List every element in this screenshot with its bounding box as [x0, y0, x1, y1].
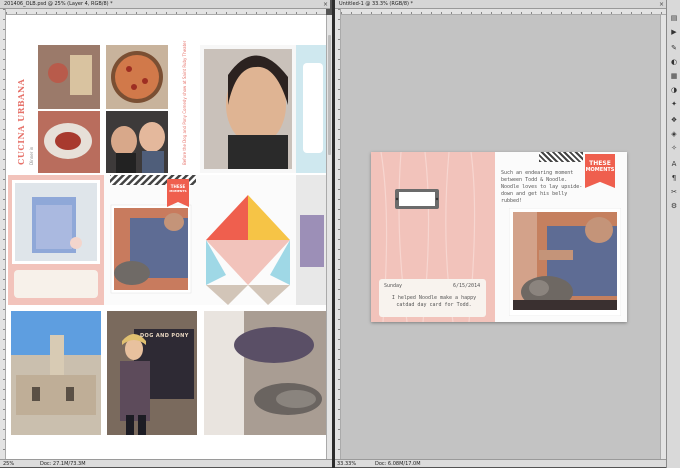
- tag-line2: MOMENTS: [585, 167, 615, 173]
- panel-dock: ▤ ▶ ✎ ◐ ▦ ◑ ✦ ❖ ◈ ✧ A ¶ ✂ ⚙: [666, 0, 680, 468]
- left-zoom-level[interactable]: 25%: [3, 460, 14, 468]
- properties-icon[interactable]: ⚙: [669, 202, 679, 211]
- right-document-tab[interactable]: Untitled-1 @ 33.3% (RGB/8) * ×: [335, 0, 666, 9]
- left-doc-info: Doc: 27.1M/73.3M: [40, 461, 86, 467]
- cucina-urbana-title: CUCINA URBANA: [16, 78, 26, 165]
- right-journal-text: Such an endearing moment between Todd & …: [501, 170, 583, 204]
- photo-card: THESE MOMENTS Such an endearing moment b…: [495, 152, 627, 322]
- paths-icon[interactable]: ✧: [669, 144, 679, 153]
- character-icon[interactable]: A: [669, 160, 679, 169]
- photoshop-workspace: 201406_OLB.psd @ 25% (Layer 4, RGB/8) * …: [0, 0, 680, 468]
- layers-icon[interactable]: ❖: [669, 116, 679, 125]
- right-document-title: Untitled-1 @ 33.3% (RGB/8) *: [339, 1, 414, 7]
- brush-icon[interactable]: ✎: [669, 44, 679, 53]
- close-icon[interactable]: ×: [323, 0, 328, 8]
- tools-icon[interactable]: ✂: [669, 188, 679, 197]
- vertical-caption: Before the Dog and Pony Comedy show at S…: [182, 40, 187, 165]
- layout-artwork: [6, 15, 326, 459]
- card-spread[interactable]: Sunday 6/15/2014 I helped Noodle make a …: [371, 152, 627, 322]
- cat-photo: [509, 208, 621, 316]
- left-document-tab[interactable]: 201406_OLB.psd @ 25% (Layer 4, RGB/8) * …: [0, 0, 330, 9]
- journal-text: I helped Noodle make a happy catdad day …: [391, 295, 477, 308]
- vertical-title-block: CUCINA URBANA Dinner in: [14, 49, 38, 169]
- right-status-bar: 33.33% Doc: 6.08M/17.0M: [335, 459, 666, 467]
- history-icon[interactable]: ▤: [669, 14, 679, 23]
- dinner-label: Dinner in: [29, 146, 34, 165]
- styles-icon[interactable]: ✦: [669, 100, 679, 109]
- adjust-icon[interactable]: ◑: [669, 86, 679, 95]
- tag-line1: THESE: [589, 160, 611, 167]
- left-canvas[interactable]: CUCINA URBANA Dinner in Before the Dog a…: [6, 15, 326, 459]
- swatches-icon[interactable]: ▦: [669, 72, 679, 81]
- these-moments-tag: THESE MOMENTS: [585, 154, 615, 188]
- right-doc-info: Doc: 6.08M/17.0M: [375, 461, 421, 467]
- right-zoom-level[interactable]: 33.33%: [337, 460, 356, 468]
- journal-date: 6/15/2014: [453, 283, 481, 289]
- channels-icon[interactable]: ◈: [669, 130, 679, 139]
- scroll-thumb[interactable]: [328, 35, 331, 155]
- tag-line2: MOMENTS: [169, 189, 187, 193]
- paragraph-icon[interactable]: ¶: [669, 174, 679, 183]
- color-icon[interactable]: ◐: [669, 58, 679, 67]
- close-icon[interactable]: ×: [659, 0, 664, 8]
- right-canvas[interactable]: Sunday 6/15/2014 I helped Noodle make a …: [341, 15, 661, 459]
- left-status-bar: 25% Doc: 27.1M/73.3M: [0, 459, 332, 467]
- stripe-band: [539, 152, 583, 162]
- poster-text: DOG AND PONY: [140, 333, 189, 339]
- journal-day: Sunday: [384, 283, 403, 289]
- actions-icon[interactable]: ▶: [669, 28, 679, 37]
- left-document-title: 201406_OLB.psd @ 25% (Layer 4, RGB/8) *: [4, 1, 113, 7]
